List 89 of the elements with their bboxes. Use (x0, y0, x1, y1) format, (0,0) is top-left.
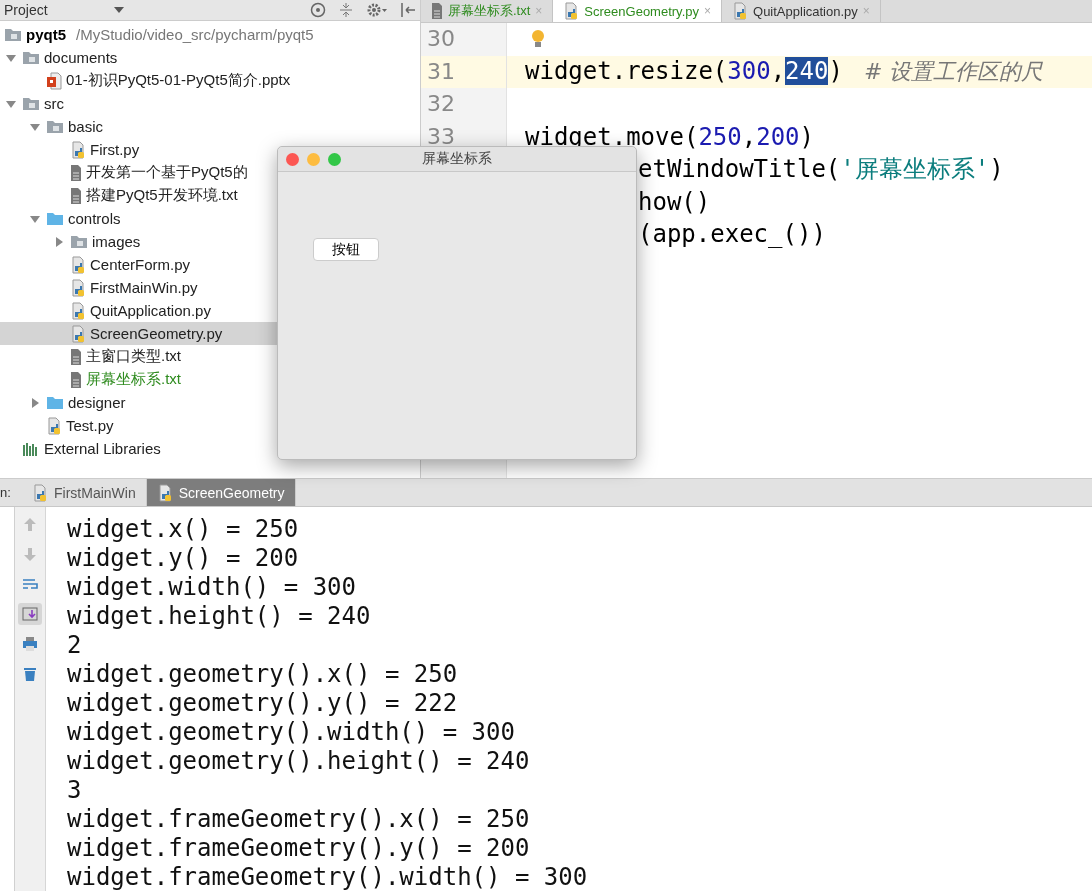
folder-icon (46, 395, 64, 410)
up-arrow-icon (22, 516, 38, 532)
code-line: how() (638, 186, 711, 218)
python-file-icon (46, 416, 62, 435)
python-file-icon (563, 2, 580, 20)
folder-icon (46, 211, 64, 226)
close-button[interactable] (286, 152, 299, 166)
code-line: widget.move(250,200) (525, 121, 814, 153)
folder-icon (4, 27, 22, 42)
tree-item[interactable]: controls (0, 207, 420, 230)
output-line: 2 (67, 631, 83, 660)
line-number: 33 (427, 123, 455, 149)
tree-item[interactable]: src (0, 92, 420, 115)
lightbulb-icon[interactable] (531, 29, 545, 50)
output-line: widget.x() = 250 (67, 515, 300, 544)
python-file-icon (70, 140, 86, 159)
output-line: widget.geometry().x() = 250 (67, 660, 459, 689)
tree-item[interactable]: 搭建PyQt5开发环境.txt (0, 184, 420, 207)
folder-icon (22, 50, 40, 65)
tree-item[interactable]: basic (0, 115, 420, 138)
tree-item[interactable]: QuitApplication.py (0, 299, 420, 322)
project-path: /MyStudio/video_src/pycharm/pyqt5 (76, 26, 314, 43)
text-file-icon (70, 163, 82, 182)
output-line: widget.frameGeometry().x() = 250 (67, 805, 531, 834)
code-line: (app.exec_()) (638, 219, 826, 250)
python-file-icon (70, 278, 86, 297)
text-file-icon (70, 347, 82, 366)
output-line: widget.width() = 300 (67, 573, 357, 602)
tree-item[interactable]: 主窗口类型.txt (0, 345, 420, 368)
expanded-arrow-icon[interactable] (30, 121, 40, 132)
tree-item[interactable]: Test.py (0, 414, 420, 437)
collapsed-arrow-icon[interactable] (30, 397, 40, 408)
settings-icon[interactable] (366, 2, 388, 18)
hide-panel-icon[interactable] (400, 2, 416, 18)
line-number: 31 (427, 58, 455, 84)
expanded-arrow-icon[interactable] (30, 213, 40, 224)
output-line: widget.frameGeometry().y() = 200 (67, 834, 531, 863)
down-arrow-icon (22, 546, 38, 562)
library-icon (22, 440, 40, 457)
scroll-to-end-icon (22, 606, 38, 622)
python-icon (156, 483, 173, 502)
line-number: 32 (427, 91, 455, 116)
python-file-icon (732, 2, 748, 20)
collapsed-arrow-icon[interactable] (54, 236, 64, 247)
output-line: widget.height() = 240 (67, 602, 372, 631)
output-line: widget.frameGeometry().width() = 300 (67, 863, 588, 892)
output-line: widget.y() = 200 (67, 544, 300, 573)
folder-icon (22, 96, 40, 111)
python-icon (32, 483, 48, 502)
text-file-icon (70, 186, 82, 205)
print-icon (22, 636, 38, 652)
python-file-icon (70, 301, 86, 320)
expanded-arrow-icon[interactable] (6, 52, 16, 63)
wrap-icon (22, 576, 38, 592)
tree-item[interactable]: 屏幕坐标系.txt (0, 368, 420, 391)
editor-tab[interactable]: ScreenGeometry.py × (553, 0, 722, 22)
toolbar-button[interactable] (18, 603, 42, 625)
code-line: widget.resize(300,240) # 设置工作区的尺 (525, 56, 1044, 87)
tree-item[interactable]: designer (0, 391, 420, 414)
output-line: 3 (67, 776, 83, 805)
tree-item[interactable]: 01-初识PyQt5-01-PyQt5简介.pptx (0, 69, 420, 92)
slides-file-icon (46, 71, 62, 90)
run-label: n: (0, 485, 12, 500)
project-name[interactable]: pyqt5 (26, 26, 66, 43)
output-line: widget.geometry().height() = 240 (67, 747, 531, 776)
window-title: 屏幕坐标系 (422, 150, 492, 168)
push-button[interactable]: 按钮 (313, 238, 379, 261)
tree-item[interactable]: FirstMainWin.py (0, 276, 420, 299)
output-line: widget.geometry().width() = 300 (67, 718, 516, 747)
panel-title[interactable]: Project (4, 2, 48, 18)
tree-item[interactable]: 开发第一个基于PyQt5的 (0, 161, 420, 184)
output-line: widget.geometry().y() = 222 (67, 689, 459, 718)
text-file-icon (431, 2, 443, 20)
tree-item[interactable]: External Libraries (0, 437, 420, 460)
trash-icon (22, 666, 38, 682)
collapse-icon[interactable] (338, 2, 354, 18)
python-file-icon (70, 255, 86, 274)
expanded-arrow-icon[interactable] (6, 98, 16, 109)
folder-icon (70, 234, 88, 249)
folder-icon (46, 119, 64, 134)
run-tab[interactable]: ScreenGeometry (146, 479, 296, 506)
text-file-icon (70, 370, 82, 389)
target-icon[interactable] (310, 2, 326, 18)
caret-icon[interactable] (113, 6, 124, 14)
tree-item[interactable]: documents (0, 46, 420, 69)
python-file-icon (70, 324, 86, 343)
code-line: etWindowTitle('屏幕坐标系') (638, 154, 1004, 185)
tree-item[interactable]: First.py (0, 138, 420, 161)
line-number: 30 (427, 26, 455, 51)
